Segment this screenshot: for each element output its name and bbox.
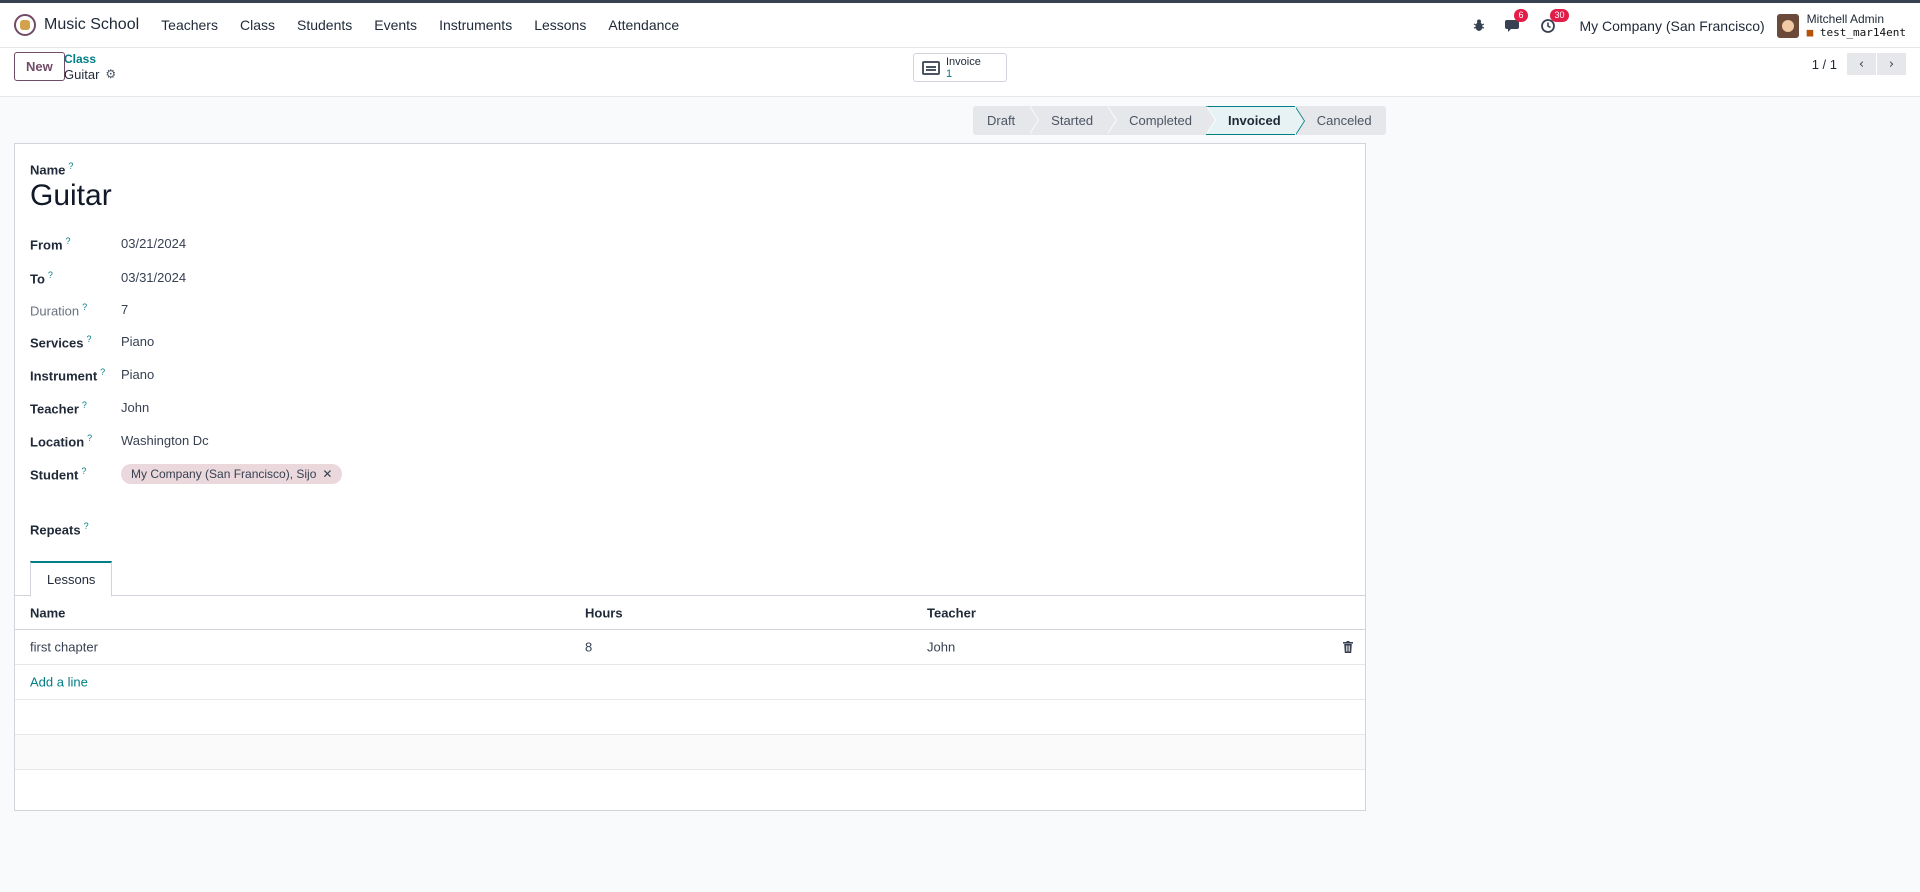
app-icon[interactable] [14, 14, 36, 36]
menu-students[interactable]: Students [297, 17, 352, 33]
instrument-field[interactable]: Piano [121, 367, 154, 382]
activity-badge: 30 [1550, 8, 1569, 22]
repeats-label: Repeats [30, 522, 81, 538]
help-icon[interactable]: ? [87, 334, 92, 344]
tab-lessons[interactable]: Lessons [30, 561, 113, 597]
database-icon: ■ [1806, 25, 1814, 39]
from-label: From [30, 237, 63, 253]
teacher-label: Teacher [30, 401, 79, 417]
duration-field: 7 [121, 302, 129, 317]
table-header: Name Hours Teacher [15, 596, 1365, 630]
chevron-left-icon: ‹ [1858, 56, 1865, 72]
table-row[interactable]: first chapter 8 John [15, 630, 1365, 665]
name-label: Name [30, 162, 66, 178]
add-line-row: Add a line [15, 665, 1365, 700]
menu-instruments[interactable]: Instruments [439, 17, 512, 33]
user-avatar[interactable] [1776, 13, 1799, 38]
pager: 1 / 1 ‹ › [1812, 53, 1906, 75]
pager-previous-button[interactable]: ‹ [1847, 53, 1876, 75]
help-icon[interactable]: ? [100, 367, 105, 377]
trash-icon[interactable] [1343, 641, 1353, 653]
navbar-right: 6 30 My Company (San Francisco) Mitchell… [1453, 3, 1906, 48]
column-header-name[interactable]: Name [30, 605, 65, 620]
remove-tag-icon[interactable]: ✕ [322, 467, 332, 481]
help-icon[interactable]: ? [87, 433, 92, 443]
stage-invoiced[interactable]: Invoiced [1205, 106, 1305, 135]
menu-class[interactable]: Class [240, 17, 275, 33]
user-menu[interactable]: Mitchell Admin ■ test_mar14ent [1806, 11, 1906, 39]
chat-icon[interactable]: 6 [1505, 8, 1528, 33]
student-tag: My Company (San Francisco), Sijo ✕ [121, 464, 343, 484]
invoice-smart-button[interactable]: Invoice 1 [913, 53, 1007, 82]
location-field[interactable]: Washington Dc [121, 433, 209, 448]
lesson-hours-cell[interactable]: 8 [585, 640, 592, 655]
pager-next-button[interactable]: › [1877, 53, 1906, 75]
breadcrumb-parent[interactable]: Class [64, 52, 116, 67]
db-name: test_mar14ent [1819, 25, 1906, 39]
empty-row [15, 735, 1365, 770]
status-bar: Draft Started Completed Invoiced Cancele… [973, 106, 1386, 135]
navbar: Music School Teachers Class Students Eve… [0, 3, 1920, 48]
from-field[interactable]: 03/21/2024 [121, 236, 186, 251]
new-button[interactable]: New [14, 52, 65, 81]
lesson-teacher-cell[interactable]: John [927, 640, 955, 655]
menu-lessons[interactable]: Lessons [534, 17, 586, 33]
empty-row [15, 770, 1365, 805]
location-label: Location [30, 434, 85, 450]
menu-attendance[interactable]: Attendance [608, 17, 679, 33]
to-label: To [30, 271, 45, 287]
bug-icon[interactable] [1473, 19, 1485, 32]
breadcrumb-current: Guitar [64, 67, 100, 82]
chat-badge: 6 [1514, 8, 1528, 22]
gear-icon[interactable]: ⚙ [105, 67, 116, 82]
user-name: Mitchell Admin [1806, 11, 1885, 26]
help-icon[interactable]: ? [48, 270, 53, 280]
help-icon[interactable]: ? [66, 236, 71, 246]
control-panel: New Class Guitar ⚙ Invoice 1 1 / 1 ‹ › [0, 48, 1920, 97]
stage-canceled[interactable]: Canceled [1294, 106, 1386, 135]
smart-button-value: 1 [946, 67, 953, 80]
help-icon[interactable]: ? [68, 161, 73, 171]
duration-label: Duration [30, 303, 80, 319]
services-label: Services [30, 335, 84, 351]
help-icon[interactable]: ? [82, 400, 87, 410]
column-header-teacher[interactable]: Teacher [927, 605, 976, 620]
add-line-link[interactable]: Add a line [30, 675, 88, 690]
to-field[interactable]: 03/31/2024 [121, 270, 186, 285]
chevron-right-icon: › [1888, 56, 1895, 72]
stage-started[interactable]: Started [1029, 106, 1118, 135]
help-icon[interactable]: ? [84, 521, 89, 531]
empty-row [15, 700, 1365, 735]
column-header-hours[interactable]: Hours [585, 605, 623, 620]
notebook-tabs: Lessons [15, 561, 1365, 597]
form-sheet: Name? Guitar From? 03/21/2024 To? 03/31/… [14, 143, 1366, 811]
help-icon[interactable]: ? [82, 302, 87, 312]
app-name[interactable]: Music School [44, 16, 139, 34]
teacher-field[interactable]: John [121, 400, 149, 415]
pager-value[interactable]: 1 / 1 [1812, 57, 1837, 72]
menu-teachers[interactable]: Teachers [161, 17, 218, 33]
help-icon[interactable]: ? [81, 466, 86, 476]
clock-icon[interactable]: 30 [1541, 8, 1569, 33]
breadcrumb: Class Guitar ⚙ [64, 52, 116, 82]
menu-events[interactable]: Events [374, 17, 417, 33]
lessons-table: Name Hours Teacher first chapter 8 John … [15, 596, 1365, 805]
lesson-name-cell[interactable]: first chapter [30, 640, 98, 655]
instrument-label: Instrument [30, 368, 98, 384]
student-label: Student [30, 467, 79, 483]
student-tag-label: My Company (San Francisco), Sijo [131, 467, 317, 481]
company-switcher[interactable]: My Company (San Francisco) [1579, 18, 1764, 34]
stage-draft[interactable]: Draft [973, 106, 1040, 135]
name-field[interactable]: Guitar [30, 179, 112, 213]
invoice-icon [922, 60, 940, 75]
stage-completed[interactable]: Completed [1107, 106, 1216, 135]
services-field[interactable]: Piano [121, 334, 154, 349]
smart-button-label: Invoice [946, 55, 981, 68]
